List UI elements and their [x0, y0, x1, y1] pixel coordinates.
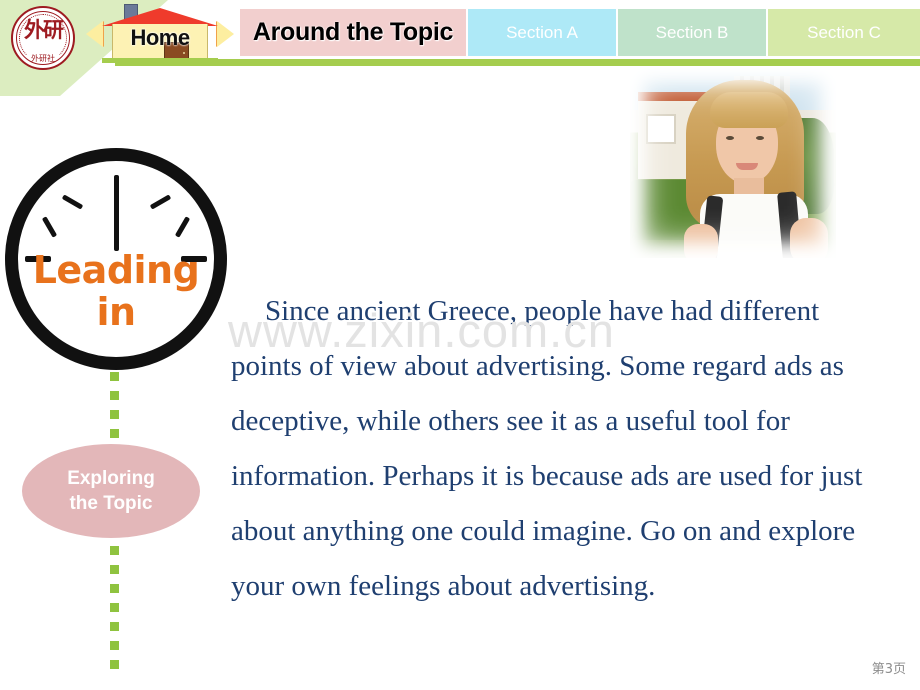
home-nav-group[interactable]: Home — [84, 4, 236, 64]
connector-dot — [110, 565, 119, 574]
tab-label: Section B — [655, 22, 729, 42]
photo-arm-right — [790, 218, 828, 258]
exploring-the-topic-text: Exploring the Topic — [67, 466, 155, 516]
logo-mark-text: 外研 — [24, 18, 64, 42]
clock-tick-2 — [149, 194, 172, 210]
photo-eye-right — [756, 136, 764, 140]
connector-dot — [110, 584, 119, 593]
leading-in-line-2: in — [96, 290, 136, 334]
leading-in-clock: Leading in — [5, 148, 227, 370]
connector-dots-upper — [110, 372, 119, 448]
next-arrow-icon[interactable] — [217, 21, 234, 47]
publisher-logo: 外研 外研社 — [11, 6, 75, 70]
photo-fringe — [710, 92, 788, 128]
tab-section-b[interactable]: Section B — [618, 9, 766, 56]
exploring-line-1: Exploring — [67, 468, 155, 489]
photo-eye-left — [726, 136, 734, 140]
connector-dot — [110, 410, 119, 419]
tab-section-a[interactable]: Section A — [468, 9, 616, 56]
photo-arm-left — [684, 224, 718, 258]
connector-dots-lower — [110, 546, 119, 679]
clock-tick-11 — [41, 216, 58, 238]
tab-label: Section C — [807, 22, 881, 42]
exploring-the-topic-node[interactable]: Exploring the Topic — [22, 444, 200, 538]
connector-dot — [110, 546, 119, 555]
clock-tick-10 — [61, 194, 84, 210]
photo-smile — [736, 163, 758, 170]
tab-around-the-topic[interactable]: Around the Topic — [240, 9, 466, 56]
leading-in-text: Leading in — [18, 249, 214, 333]
tab-label: Section A — [506, 22, 578, 42]
leading-in-line-1: Leading — [32, 248, 200, 292]
home-button-label: Home — [130, 25, 190, 50]
exploring-line-2: the Topic — [69, 493, 153, 514]
logo-publisher-name: 外研社 — [31, 54, 55, 63]
house-ground — [102, 58, 218, 63]
page-number: 第3页 — [871, 662, 906, 677]
connector-dot — [110, 391, 119, 400]
connector-dot — [110, 603, 119, 612]
clock-tick-12 — [113, 175, 119, 251]
student-photo — [630, 68, 836, 258]
connector-dot — [110, 429, 119, 438]
photo-building-window — [646, 114, 676, 144]
connector-dot — [110, 622, 119, 631]
prev-arrow-icon[interactable] — [86, 21, 103, 47]
tab-section-c[interactable]: Section C — [768, 9, 920, 56]
tab-label: Around the Topic — [252, 18, 454, 46]
home-house-icon[interactable]: Home — [102, 4, 218, 63]
connector-dot — [110, 660, 119, 669]
site-watermark: www.zixin.com.cn — [228, 304, 615, 357]
connector-dot — [110, 641, 119, 650]
clock-tick-1 — [174, 216, 191, 238]
connector-dot — [110, 372, 119, 381]
